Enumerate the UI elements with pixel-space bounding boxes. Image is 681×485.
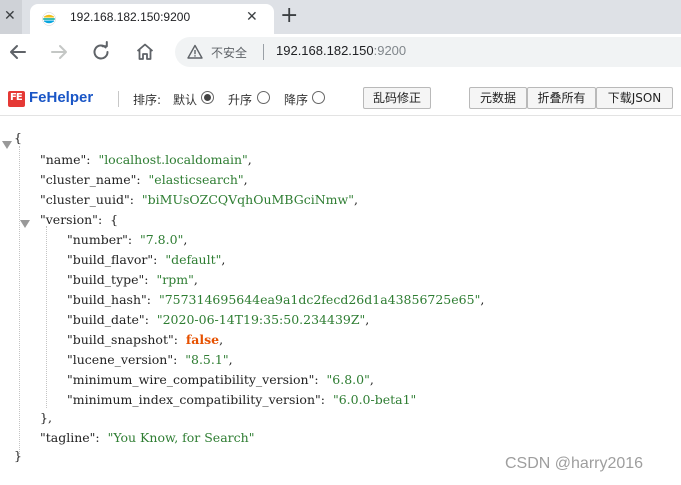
sort-asc-label: 升序 <box>228 93 253 107</box>
fehelper-logo-icon: FE <box>8 91 25 107</box>
close-icon[interactable]: ✕ <box>4 8 16 24</box>
json-row-build-hash: "build_hash": "757314695644ea9a1dc2fecd2… <box>67 292 485 307</box>
tab-title: 192.168.182.150:9200 <box>70 10 191 24</box>
fix-encoding-button[interactable]: 乱码修正 <box>363 87 431 109</box>
json-row-tagline: "tagline": "You Know, for Search" <box>40 430 255 445</box>
json-row-cluster-uuid: "cluster_uuid": "biMUsOZCQVqhOuMBGciNmw"… <box>40 192 358 207</box>
download-json-button[interactable]: 下载JSON <box>596 87 673 109</box>
sort-label: 排序: <box>133 93 162 107</box>
json-row-number: "number": "7.8.0", <box>67 232 188 247</box>
json-row-min-index: "minimum_index_compatibility_version": "… <box>67 392 417 407</box>
json-row-build-type: "build_type": "rpm", <box>67 272 198 287</box>
json-row-build-snapshot: "build_snapshot": false, <box>67 332 224 347</box>
warning-icon[interactable] <box>187 44 203 60</box>
json-row-lucene-version: "lucene_version": "8.5.1", <box>67 352 233 367</box>
tab-close-icon[interactable]: ✕ <box>246 9 258 25</box>
json-row-build-date: "build_date": "2020-06-14T19:35:50.23443… <box>67 312 370 327</box>
url-text[interactable]: 192.168.182.150:9200 <box>276 43 406 58</box>
active-tab[interactable]: 192.168.182.150:9200 ✕ <box>30 4 274 34</box>
json-row-name: "name": "localhost.localdomain", <box>40 152 252 167</box>
indent-guide <box>46 226 47 408</box>
json-row-build-flavor: "build_flavor": "default", <box>67 252 226 267</box>
forward-arrow-icon[interactable] <box>47 40 71 64</box>
url-port: :9200 <box>373 43 407 58</box>
tab-strip: ✕ 192.168.182.150:9200 ✕ + <box>0 0 681 34</box>
fehelper-logo-text: FE <box>10 92 23 103</box>
previous-tab-stub[interactable]: ✕ <box>0 0 22 34</box>
elasticsearch-favicon-icon <box>42 12 56 26</box>
sort-asc-radio[interactable] <box>257 91 270 104</box>
security-status-label[interactable]: 不安全 <box>211 44 247 61</box>
url-host: 192.168.182.150 <box>276 43 374 58</box>
sort-default-label: 默认 <box>173 93 198 107</box>
back-arrow-icon[interactable] <box>6 40 30 64</box>
collapse-toggle-icon[interactable] <box>20 220 30 228</box>
json-row-min-wire: "minimum_wire_compatibility_version": "6… <box>67 372 374 387</box>
sort-default-radio[interactable] <box>201 91 214 104</box>
collapse-toggle-icon[interactable] <box>2 141 12 149</box>
fehelper-divider <box>118 91 119 107</box>
omnibox-divider <box>263 44 264 60</box>
home-icon[interactable] <box>133 40 157 64</box>
json-open-brace: { <box>14 130 22 145</box>
indent-guide <box>19 146 20 454</box>
json-close-brace: } <box>14 448 22 463</box>
json-version-close: }, <box>40 410 52 425</box>
sort-desc-label: 降序 <box>284 93 309 107</box>
fehelper-toolbar: FE FeHelper 排序: 默认 升序 降序 乱码修正 元数据 折叠所有 下… <box>0 80 681 116</box>
json-row-version: "version": { <box>40 212 119 227</box>
json-viewer: { "name": "localhost.localdomain", "clus… <box>0 124 681 485</box>
new-tab-icon[interactable]: + <box>280 4 298 28</box>
collapse-all-button[interactable]: 折叠所有 <box>527 87 596 109</box>
json-row-cluster-name: "cluster_name": "elasticsearch", <box>40 172 248 187</box>
fehelper-brand: FeHelper <box>29 89 94 106</box>
browser-toolbar: 不安全 192.168.182.150:9200 <box>0 34 681 70</box>
address-bar[interactable]: 不安全 192.168.182.150:9200 <box>175 37 681 67</box>
sort-desc-radio[interactable] <box>312 91 325 104</box>
raw-data-button[interactable]: 元数据 <box>469 87 527 109</box>
watermark: CSDN @harry2016 <box>505 455 644 472</box>
reload-icon[interactable] <box>89 40 113 64</box>
